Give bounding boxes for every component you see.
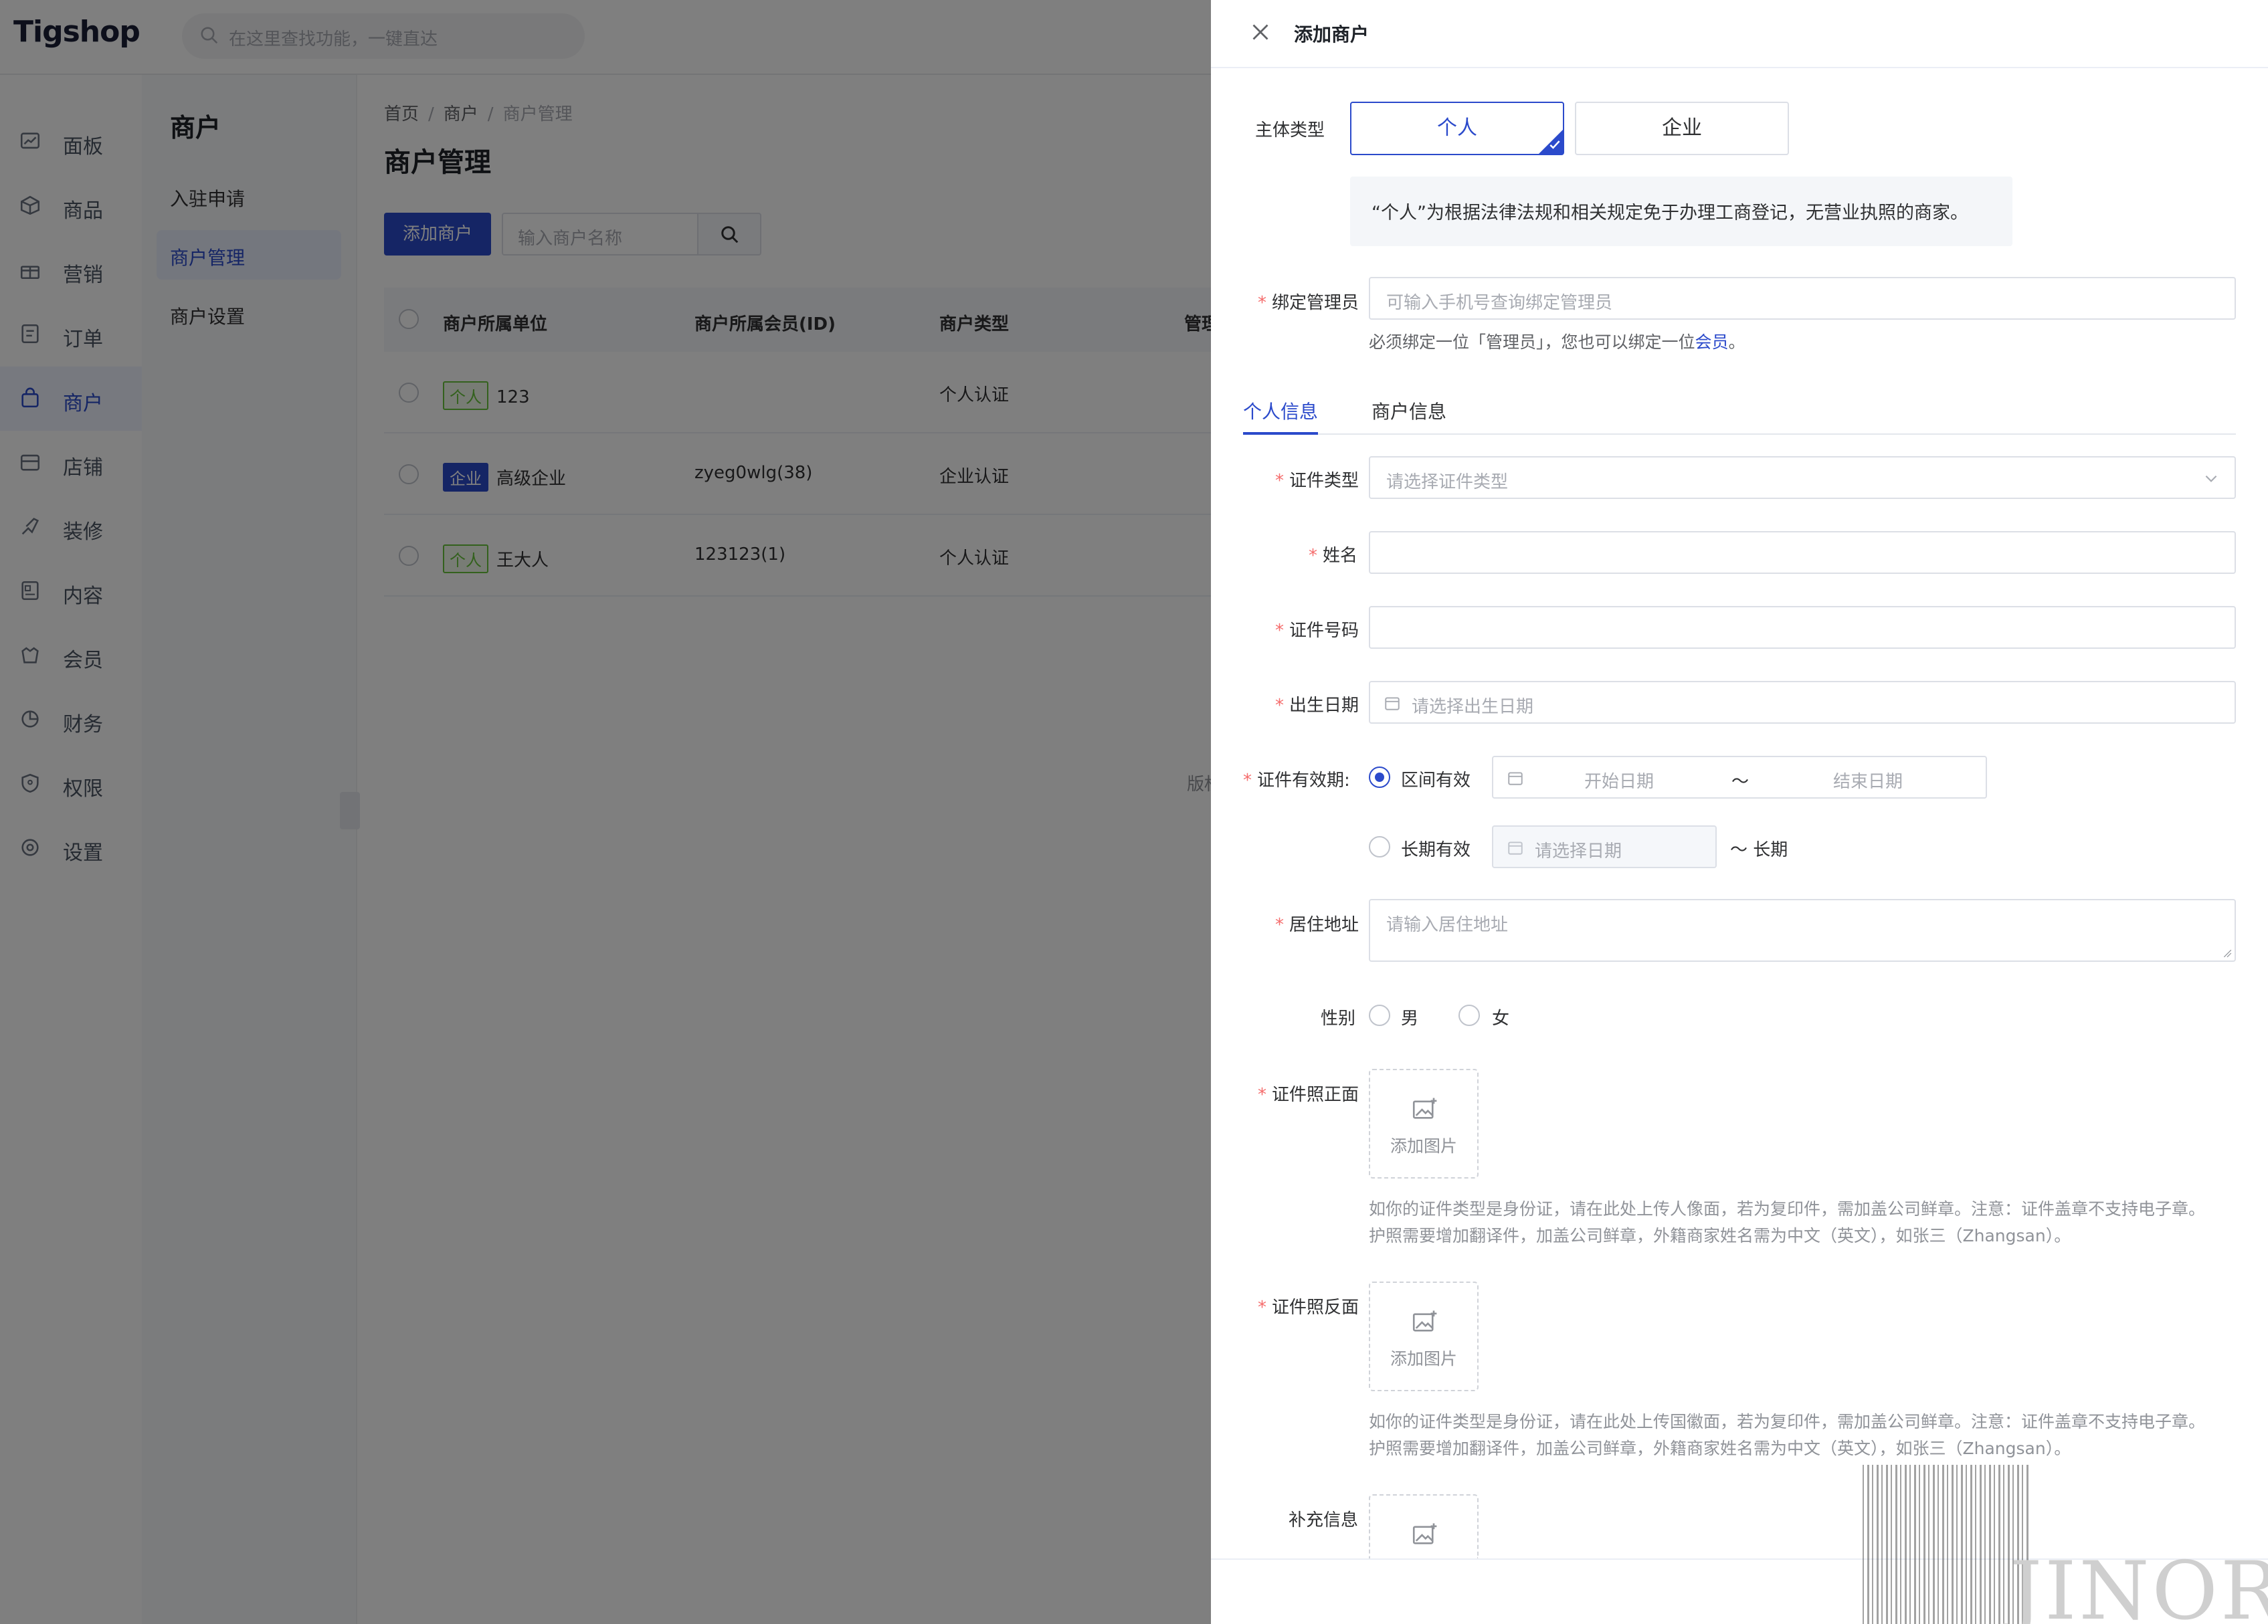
- tab-merchant-info[interactable]: 商户信息: [1372, 397, 1446, 424]
- subject-company-button[interactable]: 企业: [1575, 102, 1789, 155]
- admin-placeholder: 可输入手机号查询绑定管理员: [1386, 293, 1613, 313]
- drawer-header: 添加商户: [1211, 0, 2268, 68]
- id-number-input[interactable]: [1369, 606, 2236, 649]
- validity-label: * 证件有效期:: [1243, 771, 1350, 791]
- id-back-help-line: 如你的证件类型是身份证，请在此处上传国徽面，若为复印件，需加盖公司鲜章。注意：证…: [1369, 1412, 2206, 1431]
- id-number-label: * 证件号码: [1275, 621, 1359, 641]
- admin-label-text: 绑定管理员: [1272, 293, 1359, 313]
- validity-range-picker[interactable]: 开始日期 〜 结束日期: [1492, 756, 1987, 799]
- admin-hint-text: 必须绑定一位「管理员」，您也可以绑定一位: [1369, 332, 1695, 352]
- admin-hint: 必须绑定一位「管理员」，您也可以绑定一位会员。: [1369, 329, 1745, 353]
- watermark-barcode: [1863, 1465, 2030, 1624]
- subject-option-label: 企业: [1662, 116, 1702, 140]
- name-label-text: 姓名: [1323, 546, 1358, 566]
- gender-male-label: 男: [1401, 1009, 1419, 1029]
- calendar-icon: [1508, 772, 1523, 785]
- calendar-icon: [1508, 841, 1523, 855]
- id-back-help-line: 护照需要增加翻译件，加盖公司鲜章，外籍商家姓名需为中文（英文），如张三（Zhan…: [1369, 1439, 2071, 1458]
- watermark: JINOR: [1863, 1465, 2268, 1624]
- validity-range-label: 区间有效: [1401, 771, 1471, 791]
- id-type-select[interactable]: 请选择证件类型: [1369, 456, 2236, 499]
- validity-label-text: 证件有效期:: [1257, 771, 1350, 791]
- id-back-label-text: 证件照反面: [1272, 1298, 1359, 1318]
- long-date-picker[interactable]: 请选择日期: [1492, 825, 1717, 868]
- tab-personal-info[interactable]: 个人信息: [1243, 397, 1318, 424]
- subject-personal-button[interactable]: 个人: [1350, 102, 1564, 155]
- image-add-icon: [1412, 1523, 1437, 1544]
- id-back-label: * 证件照反面: [1258, 1298, 1359, 1318]
- upload-text: 添加图片: [1390, 1349, 1457, 1368]
- gender-female-label: 女: [1492, 1009, 1510, 1029]
- check-icon: [1549, 140, 1560, 149]
- image-add-icon: [1412, 1098, 1437, 1119]
- form-tabs: 个人信息 商户信息: [1243, 391, 2236, 435]
- id-front-label: * 证件照正面: [1258, 1085, 1359, 1105]
- chevron-down-icon: [2205, 475, 2217, 482]
- modal-overlay[interactable]: [0, 0, 1211, 1624]
- subject-notice: “个人”为根据法律法规和相关规定免于办理工商登记，无营业执照的商家。: [1350, 177, 2012, 246]
- id-front-label-text: 证件照正面: [1272, 1085, 1359, 1105]
- address-label: * 居住地址: [1275, 915, 1359, 935]
- drawer-title: 添加商户: [1294, 23, 1369, 45]
- subject-type-label: 主体类型: [1255, 120, 1325, 140]
- close-icon[interactable]: [1248, 20, 1272, 44]
- address-placeholder: 请输入居住地址: [1386, 915, 1509, 935]
- gender-label: 性别: [1321, 1009, 1356, 1029]
- image-add-icon: [1412, 1310, 1437, 1332]
- end-date-placeholder: 结束日期: [1833, 772, 1903, 792]
- birth-date-picker[interactable]: 请选择出生日期: [1369, 681, 2236, 724]
- id-number-label-text: 证件号码: [1289, 621, 1359, 641]
- member-link[interactable]: 会员: [1695, 332, 1729, 352]
- extra-info-upload[interactable]: [1369, 1494, 1479, 1558]
- address-textarea[interactable]: 请输入居住地址: [1369, 899, 2236, 962]
- notice-text: “个人”为根据法律法规和相关规定免于办理工商登记，无营业执照的商家。: [1372, 203, 1968, 223]
- add-merchant-drawer: 添加商户 主体类型 个人 企业 “个人”为根据法律法规和相关规定免于办理工商登记…: [1211, 0, 2268, 1624]
- admin-hint-end: 。: [1728, 332, 1745, 352]
- extra-info-label: 补充信息: [1289, 1510, 1359, 1530]
- subject-option-label: 个人: [1437, 116, 1477, 140]
- long-suffix: 〜 长期: [1730, 840, 1788, 860]
- range-separator: 〜: [1731, 772, 1750, 792]
- id-type-label: * 证件类型: [1275, 471, 1359, 491]
- id-back-help: 如你的证件类型是身份证，请在此处上传国徽面，若为复印件，需加盖公司鲜章。注意：证…: [1369, 1409, 2205, 1462]
- upload-text: 添加图片: [1390, 1136, 1457, 1156]
- active-tab-indicator: [1243, 432, 1318, 435]
- birth-date-label-text: 出生日期: [1289, 696, 1359, 716]
- watermark-text: JINOR: [2010, 1545, 2268, 1624]
- gender-male-radio[interactable]: [1369, 1005, 1390, 1026]
- resize-handle-icon: [2223, 949, 2232, 958]
- birth-date-label: * 出生日期: [1275, 696, 1359, 716]
- id-front-help-line: 如你的证件类型是身份证，请在此处上传人像面，若为复印件，需加盖公司鲜章。注意：证…: [1369, 1199, 2206, 1219]
- id-front-help-line: 护照需要增加翻译件，加盖公司鲜章，外籍商家姓名需为中文（英文），如张三（Zhan…: [1369, 1226, 2071, 1245]
- validity-long-label: 长期有效: [1401, 840, 1471, 860]
- calendar-icon: [1385, 697, 1400, 710]
- address-label-text: 居住地址: [1289, 915, 1359, 935]
- start-date-placeholder: 开始日期: [1584, 772, 1655, 792]
- gender-female-radio[interactable]: [1458, 1005, 1480, 1026]
- admin-search-input[interactable]: 可输入手机号查询绑定管理员: [1369, 277, 2236, 320]
- validity-long-radio[interactable]: [1369, 836, 1390, 857]
- birth-date-placeholder: 请选择出生日期: [1412, 697, 1534, 717]
- name-input[interactable]: [1369, 531, 2236, 574]
- id-front-upload[interactable]: 添加图片: [1369, 1069, 1479, 1179]
- id-type-label-text: 证件类型: [1289, 471, 1359, 491]
- admin-label: * 绑定管理员: [1258, 293, 1359, 313]
- long-date-placeholder: 请选择日期: [1535, 841, 1622, 861]
- validity-range-radio[interactable]: [1369, 767, 1390, 788]
- id-type-placeholder: 请选择证件类型: [1386, 472, 1509, 492]
- id-front-help: 如你的证件类型是身份证，请在此处上传人像面，若为复印件，需加盖公司鲜章。注意：证…: [1369, 1196, 2205, 1249]
- name-label: * 姓名: [1309, 546, 1358, 566]
- id-back-upload[interactable]: 添加图片: [1369, 1282, 1479, 1391]
